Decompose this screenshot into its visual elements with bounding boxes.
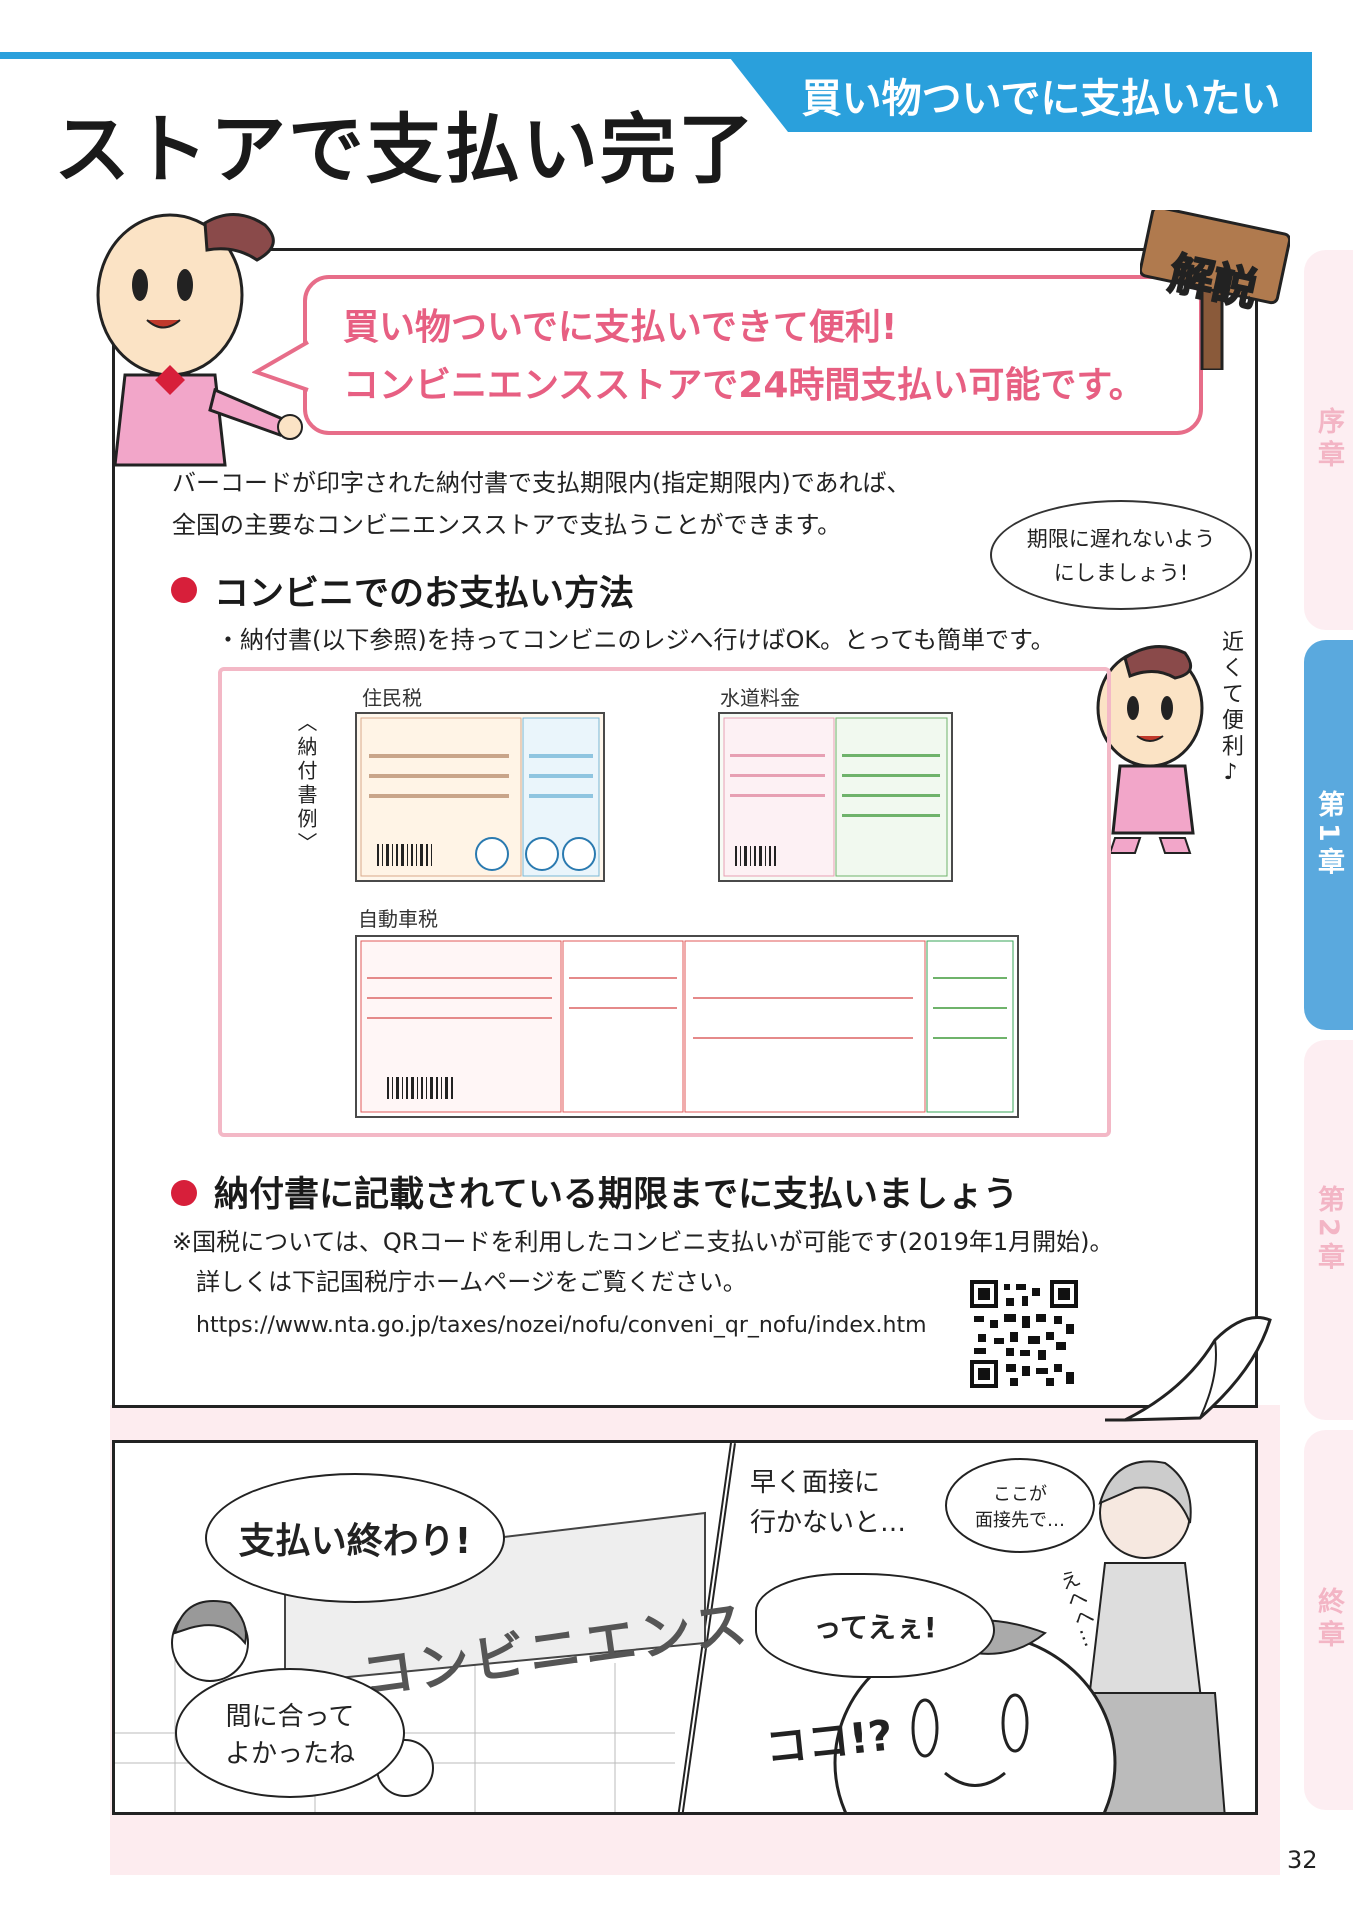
bubble-here-line-2: 面接先で…: [975, 1509, 1065, 1531]
page-curl-icon: [1105, 1316, 1272, 1422]
side-tab-chapter1[interactable]: 第1章: [1304, 640, 1353, 1030]
intro-text: バーコードが印字された納付書で支払期限内(指定期限内)であれば、 全国の主要なコ…: [172, 462, 910, 546]
page-number: 32: [1287, 1846, 1318, 1874]
intro-line-1: バーコードが印字された納付書で支払期限内(指定期限内)であれば、: [172, 469, 911, 497]
narration-text: 早く面接に 行かないと…: [750, 1463, 906, 1543]
narration-line-1: 早く面接に: [750, 1468, 881, 1498]
water-bill-form-image: [718, 712, 953, 882]
manga-strip: 支払い終わり! コンビニエンス 間に合って よかったね 早く面接に 行かないと……: [112, 1440, 1258, 1815]
form-label-water: 水道料金: [720, 686, 800, 710]
thought-line-1: 期限に遅れないよう: [1026, 527, 1216, 551]
thought-line-2: にしましょう!: [1053, 561, 1189, 585]
section1-text: ・納付書(以下参照)を持ってコンビニのレジへ行けばOK。とっても簡単です。: [216, 626, 1055, 654]
speech-line-2: コンビニエンスストアで24時間支払い可能です。: [343, 365, 1145, 406]
thought-bubble: 期限に遅れないよう にしましょう!: [990, 500, 1252, 610]
side-tab-epilogue[interactable]: 終章: [1304, 1430, 1353, 1810]
resident-tax-form-image: [355, 712, 605, 882]
bubble-ontime-line-1: 間に合って: [225, 1702, 355, 1732]
side-note: 近くて便利♪: [1218, 630, 1243, 789]
intro-line-2: 全国の主要なコンビニエンスストアで支払うことができます。: [172, 511, 842, 539]
bubble-here-line-1: ここが: [993, 1483, 1047, 1505]
car-tax-form-image: [355, 935, 1019, 1118]
header-rule: [0, 52, 1312, 59]
bubble-paid: 支払い終わり!: [205, 1473, 505, 1603]
form-label-resident: 住民税: [362, 686, 422, 710]
page-title: ストアで支払い完了: [54, 105, 756, 194]
narration-line-2: 行かないと…: [750, 1508, 907, 1538]
section1-heading: コンビニでのお支払い方法: [214, 574, 635, 614]
note-line-1: ※国税については、QRコードを利用したコンビニ支払いが可能です(2019年1月開…: [172, 1228, 1114, 1256]
side-tab-chapter2[interactable]: 第2章: [1304, 1040, 1353, 1420]
explanation-speech-bubble: 買い物ついでに支払いできて便利! コンビニエンスストアで24時間支払い可能です。: [303, 275, 1203, 435]
bubble-ontime-line-2: よかったね: [224, 1739, 355, 1769]
form-label-car: 自動車税: [358, 907, 438, 931]
topic-tab: 買い物ついでに支払いたい: [730, 58, 1312, 132]
nta-url-link[interactable]: https://www.nta.go.jp/taxes/nozei/nofu/c…: [196, 1313, 927, 1338]
bullet-dot-icon: [171, 1180, 197, 1206]
forms-vertical-label: 〈納付書例〉: [294, 712, 318, 856]
bubble-ontime: 間に合って よかったね: [175, 1668, 405, 1798]
section2-heading: 納付書に記載されている期限までに支払いましょう: [214, 1175, 1018, 1215]
speech-tail-icon: [252, 340, 309, 392]
side-tab-prologue[interactable]: 序章: [1304, 250, 1353, 630]
bubble-here: ここが 面接先で…: [945, 1458, 1095, 1553]
bullet-dot-icon: [171, 577, 197, 603]
qr-code-icon[interactable]: [970, 1280, 1078, 1388]
speech-line-1: 買い物ついでに支払いできて便利!: [343, 307, 898, 348]
note-line-2: 詳しくは下記国税庁ホームページをご覧ください。: [196, 1268, 747, 1296]
